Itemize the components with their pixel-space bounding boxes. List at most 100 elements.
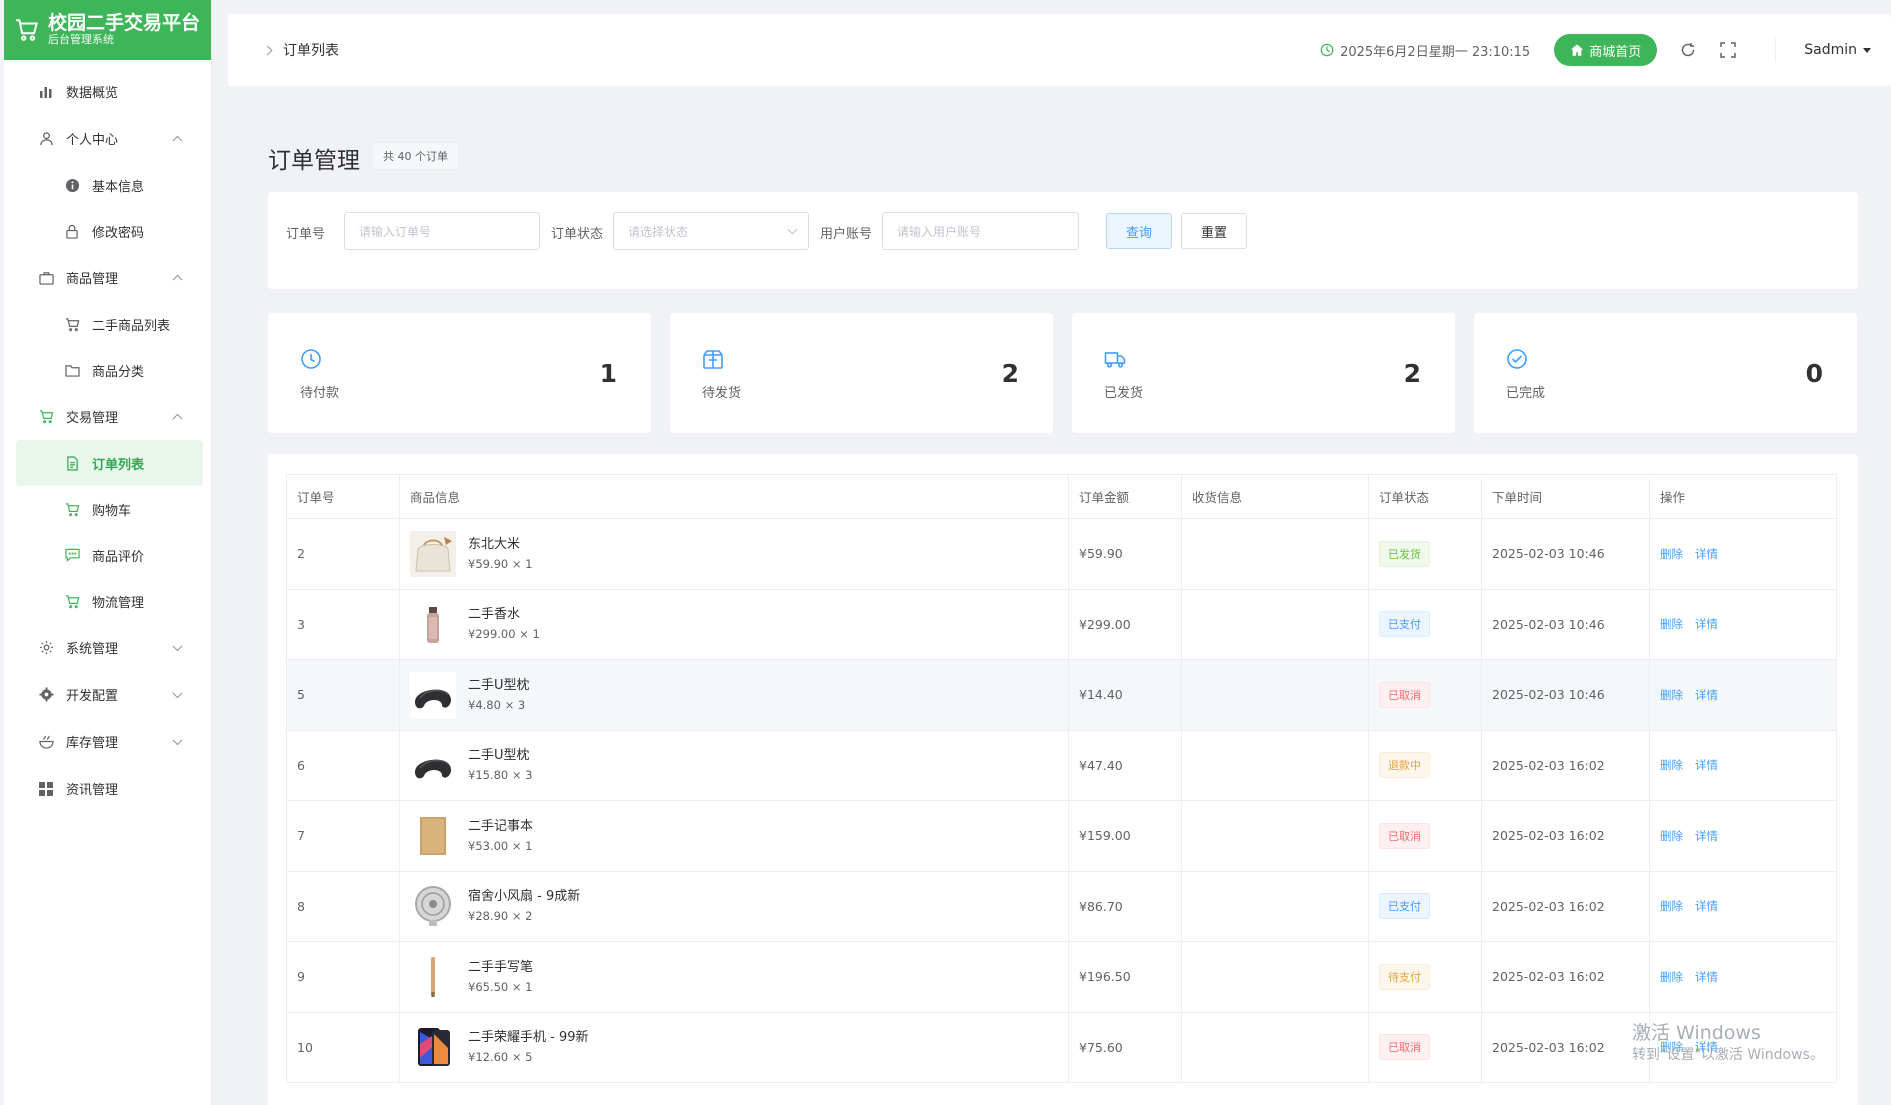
delete-link[interactable]: 删除: [1660, 829, 1683, 843]
sidebar-item-label: 修改密码: [92, 225, 145, 241]
sidebar-item-order-list[interactable]: 订单列表: [16, 440, 203, 486]
stat-card-completed[interactable]: 已完成 0: [1474, 313, 1857, 433]
product-price: ¥15.80 × 3: [468, 768, 533, 783]
chevron-up-icon[interactable]: [172, 135, 183, 146]
table-row[interactable]: 3 二手香水 ¥299.00 × 1 ¥299.00 已支付 2025-02-03…: [286, 588, 1837, 660]
product-price: ¥12.60 × 5: [468, 1050, 533, 1065]
sidebar-item-second-hand-list[interactable]: 二手商品列表: [4, 301, 211, 347]
sidebar-item-change-password[interactable]: 修改密码: [4, 208, 211, 254]
column-header[interactable]: 下单时间: [1481, 474, 1650, 519]
chevron-down-icon[interactable]: [172, 687, 183, 698]
sidebar-item-label: 资讯管理: [66, 783, 119, 798]
column-header[interactable]: 操作: [1649, 474, 1837, 519]
brand-title: 校园二手交易平台: [48, 12, 201, 34]
actions-cell: 删除 详情: [1649, 659, 1837, 731]
current-datetime: 2025年6月2日星期一 23:10:15: [1320, 41, 1530, 60]
sidebar-item-reviews[interactable]: 商品评价: [4, 532, 211, 578]
brand-header[interactable]: 校园二手交易平台 后台管理系统: [4, 0, 211, 60]
table-row[interactable]: 7 二手记事本 ¥53.00 × 1 ¥159.00 已取消 2025-02-03…: [286, 800, 1837, 872]
fullscreen-icon[interactable]: [1719, 41, 1737, 59]
windows-activation-watermark: 激活 Windows 转到"设置"以激活 Windows。: [1632, 1022, 1824, 1066]
detail-link[interactable]: 详情: [1695, 688, 1718, 702]
sidebar-item-label: 数据概览: [66, 86, 119, 101]
detail-link[interactable]: 详情: [1695, 617, 1718, 631]
account-input[interactable]: 请输入用户账号: [882, 212, 1079, 250]
main-panel: 订单管理 共 40 个订单 订单号 请输入订单号 订单状态 请选择状态 用户账号…: [246, 117, 1880, 1105]
lock-icon: [64, 223, 80, 239]
detail-link[interactable]: 详情: [1695, 899, 1718, 913]
product-thumbnail: [410, 883, 456, 930]
stat-card-shipped[interactable]: 已发货 2: [1072, 313, 1455, 433]
sidebar-item-dashboard[interactable]: 数据概览: [4, 68, 211, 115]
sidebar-item-basic-info[interactable]: 基本信息: [4, 162, 211, 208]
table-row[interactable]: 6 二手U型枕 ¥15.80 × 3 ¥47.40 退款中 2025-02-03 …: [286, 729, 1837, 801]
status-select[interactable]: 请选择状态: [613, 212, 809, 250]
chevron-up-icon[interactable]: [172, 274, 183, 285]
order-no-label: 订单号: [286, 227, 326, 242]
table-row[interactable]: 8 宿舍小风扇 - 9成新 ¥28.90 × 2 ¥86.70 已支付 2025-…: [286, 870, 1837, 942]
chevron-down-icon[interactable]: [172, 640, 183, 651]
detail-link[interactable]: 详情: [1695, 547, 1718, 561]
order-no-input[interactable]: 请输入订单号: [344, 212, 540, 250]
stat-value: 2: [1403, 359, 1421, 388]
table-row[interactable]: 2 东北大米 ¥59.90 × 1 ¥59.90 已发货 2025-02-03 1…: [286, 518, 1837, 590]
product-thumbnail: [410, 812, 456, 859]
sidebar-item-label: 开发配置: [66, 689, 119, 704]
cart-icon: [64, 501, 80, 517]
sidebar-item-dev-config[interactable]: 开发配置: [4, 671, 211, 718]
delete-link[interactable]: 删除: [1660, 970, 1683, 984]
sidebar-item-shopping-cart[interactable]: 购物车: [4, 486, 211, 532]
status-cell: 已发货: [1368, 518, 1482, 590]
detail-link[interactable]: 详情: [1695, 829, 1718, 843]
actions-cell: 删除 详情: [1649, 729, 1837, 801]
sidebar-item-label: 商品分类: [92, 364, 145, 380]
shipping-info: [1181, 1011, 1369, 1083]
stat-value: 0: [1805, 359, 1823, 388]
status-badge: 退款中: [1379, 752, 1430, 779]
table-row[interactable]: 5 二手U型枕 ¥4.80 × 3 ¥14.40 已取消 2025-02-03 1…: [286, 659, 1837, 731]
order-amount: ¥86.70: [1068, 870, 1182, 942]
sidebar-item-logistics[interactable]: 物流管理: [4, 578, 211, 624]
delete-link[interactable]: 删除: [1660, 688, 1683, 702]
chevron-up-icon[interactable]: [172, 413, 183, 424]
sidebar-item-product-mgmt[interactable]: 商品管理: [4, 254, 211, 301]
product-name: 东北大米: [468, 536, 521, 552]
chevron-down-icon[interactable]: [172, 734, 183, 745]
user-menu[interactable]: Sadmin: [1804, 42, 1871, 58]
status-cell: 已取消: [1368, 800, 1482, 872]
cart-icon: [38, 409, 54, 425]
detail-link[interactable]: 详情: [1695, 970, 1718, 984]
stat-card-pending-shipment[interactable]: 待发货 2: [670, 313, 1053, 433]
sidebar-item-system-mgmt[interactable]: 系统管理: [4, 624, 211, 671]
breadcrumb-current[interactable]: 订单列表: [283, 40, 339, 60]
product-name: 二手U型枕: [468, 677, 530, 693]
table-row[interactable]: 10 二手荣耀手机 - 99新 ¥12.60 × 5 ¥75.60 已取消 202…: [286, 1011, 1837, 1083]
sidebar-item-news[interactable]: 资讯管理: [4, 765, 211, 812]
order-amount: ¥75.60: [1068, 1011, 1182, 1083]
reset-button[interactable]: 重置: [1181, 213, 1247, 249]
sidebar-item-inventory[interactable]: 库存管理: [4, 718, 211, 765]
sidebar-item-label: 二手商品列表: [92, 318, 171, 334]
column-header[interactable]: 订单状态: [1368, 474, 1482, 519]
sidebar-item-personal[interactable]: 个人中心: [4, 115, 211, 162]
query-button[interactable]: 查询: [1106, 213, 1172, 249]
refresh-icon[interactable]: [1679, 41, 1697, 59]
shipping-info: [1181, 870, 1369, 942]
actions-cell: 删除 详情: [1649, 800, 1837, 872]
sidebar-item-category[interactable]: 商品分类: [4, 347, 211, 393]
table-row[interactable]: 9 二手手写笔 ¥65.50 × 1 ¥196.50 待支付 2025-02-03…: [286, 941, 1837, 1013]
mall-home-button[interactable]: 商城首页: [1554, 34, 1658, 66]
delete-link[interactable]: 删除: [1660, 899, 1683, 913]
column-header[interactable]: 商品信息: [399, 474, 1069, 519]
column-header[interactable]: 订单号: [286, 474, 400, 519]
column-header[interactable]: 收货信息: [1181, 474, 1369, 519]
column-header[interactable]: 订单金额: [1068, 474, 1182, 519]
detail-link[interactable]: 详情: [1695, 758, 1718, 772]
sidebar-item-trade-mgmt[interactable]: 交易管理: [4, 393, 211, 440]
delete-link[interactable]: 删除: [1660, 758, 1683, 772]
delete-link[interactable]: 删除: [1660, 547, 1683, 561]
caret-down-icon: [1863, 47, 1871, 53]
stat-card-pending-payment[interactable]: 待付款 1: [268, 313, 651, 433]
delete-link[interactable]: 删除: [1660, 617, 1683, 631]
order-amount: ¥159.00: [1068, 800, 1182, 872]
